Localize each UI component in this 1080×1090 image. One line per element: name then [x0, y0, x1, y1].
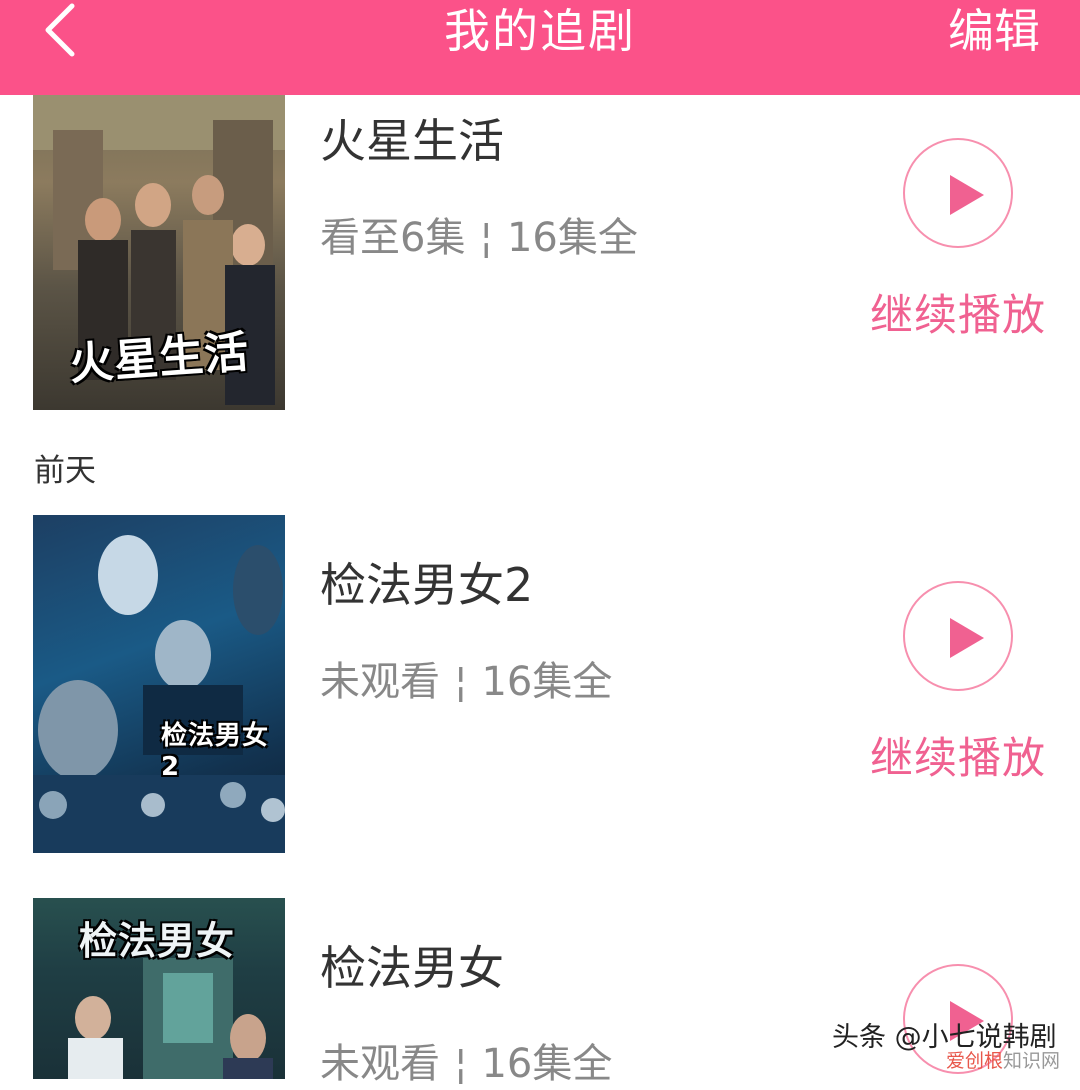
watermark-brand-a: 爱创根	[946, 1050, 1004, 1072]
play-icon	[950, 618, 984, 658]
watermark-brand-b: 知识网	[1003, 1050, 1061, 1072]
drama-poster[interactable]: 检法男女	[33, 898, 285, 1079]
poster-title-text: 检法男女	[79, 919, 236, 963]
drama-title: 火星生活	[320, 114, 504, 168]
total-episodes-text: 16集全	[481, 1041, 613, 1087]
watermark-subtext: 爱创根知识网	[946, 1048, 1060, 1074]
play-button[interactable]	[903, 581, 1013, 691]
continue-play-label[interactable]: 继续播放	[870, 731, 1046, 787]
drama-status: 未观看 ¦ 16集全	[320, 1038, 612, 1090]
drama-poster[interactable]: 火星生活	[33, 60, 285, 410]
separator: ¦	[454, 1041, 468, 1087]
progress-text: 未观看	[320, 659, 440, 705]
poster-art	[33, 535, 285, 853]
progress-text: 未观看	[320, 1041, 440, 1087]
separator: ¦	[454, 659, 468, 705]
edit-button[interactable]: 编辑	[948, 0, 1040, 62]
separator: ¦	[479, 215, 493, 261]
play-icon	[950, 175, 984, 215]
drama-poster[interactable]: 检法男女2	[33, 515, 285, 853]
progress-text: 看至6集	[320, 215, 466, 261]
drama-title: 检法男女	[320, 941, 504, 995]
drama-status: 看至6集 ¦ 16集全	[320, 212, 638, 264]
poster-title-text: 检法男女2	[161, 721, 270, 782]
total-episodes-text: 16集全	[481, 659, 613, 705]
poster-title-text: 火星生活	[67, 326, 251, 391]
section-date-label: 前天	[34, 453, 96, 489]
page-title: 我的追剧	[444, 4, 636, 58]
drama-title: 检法男女2	[320, 558, 534, 612]
play-button[interactable]	[903, 138, 1013, 248]
drama-status: 未观看 ¦ 16集全	[320, 656, 612, 708]
continue-play-label[interactable]: 继续播放	[870, 288, 1046, 344]
total-episodes-text: 16集全	[506, 215, 638, 261]
app-header: 我的追剧 编辑	[0, 0, 1080, 95]
